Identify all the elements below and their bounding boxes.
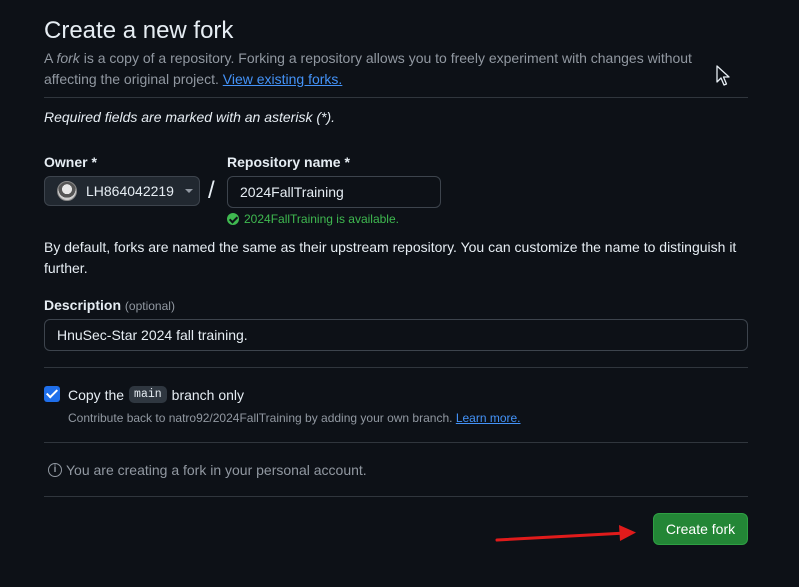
caret-down-icon xyxy=(184,189,193,193)
required-note: Required fields are marked with an aster… xyxy=(44,109,336,125)
info-icon: i xyxy=(48,463,62,477)
view-existing-forks-link[interactable]: View existing forks. xyxy=(223,71,343,87)
owner-value: LH864042219 xyxy=(86,183,174,199)
repo-name-label: Repository name * xyxy=(227,154,350,170)
optional-hint: (optional) xyxy=(124,299,175,313)
fork-term: fork xyxy=(56,50,80,66)
check-circle-icon xyxy=(227,213,239,225)
owner-repo-separator: / xyxy=(208,177,215,204)
personal-account-note: i You are creating a fork in your person… xyxy=(48,462,367,478)
create-fork-button[interactable]: Create fork xyxy=(653,513,748,545)
owner-label: Owner * xyxy=(44,154,97,170)
create-fork-page: Create a new fork A fork is a copy of a … xyxy=(0,0,799,587)
description-input[interactable]: HnuSec-Star 2024 fall training. xyxy=(44,319,748,351)
repo-name-value: 2024FallTraining xyxy=(240,184,344,200)
intro-text: A fork is a copy of a repository. Forkin… xyxy=(44,50,692,87)
description-value: HnuSec-Star 2024 fall training. xyxy=(57,327,248,343)
divider xyxy=(44,442,748,443)
availability-text: 2024FallTraining is available. xyxy=(244,212,399,226)
contribute-hint: Contribute back to natro92/2024FallTrain… xyxy=(68,411,521,425)
copy-main-branch-checkbox[interactable] xyxy=(44,386,60,402)
repo-name-input[interactable]: 2024FallTraining xyxy=(227,176,441,208)
branch-code: main xyxy=(129,386,167,403)
divider xyxy=(44,367,748,368)
owner-select-button[interactable]: LH864042219 xyxy=(44,176,200,206)
divider xyxy=(44,496,748,497)
copy-main-branch-label[interactable]: Copy the main branch only xyxy=(68,386,244,403)
avatar xyxy=(57,181,77,201)
page-title: Create a new fork xyxy=(44,17,234,44)
fork-name-helper: By default, forks are named the same as … xyxy=(44,239,737,276)
availability-status: 2024FallTraining is available. xyxy=(227,212,399,226)
learn-more-link[interactable]: Learn more. xyxy=(456,411,521,425)
mouse-cursor-icon xyxy=(716,65,730,86)
description-label: Description (optional) xyxy=(44,297,175,313)
divider xyxy=(44,97,748,98)
red-arrow-annotation xyxy=(495,525,636,542)
